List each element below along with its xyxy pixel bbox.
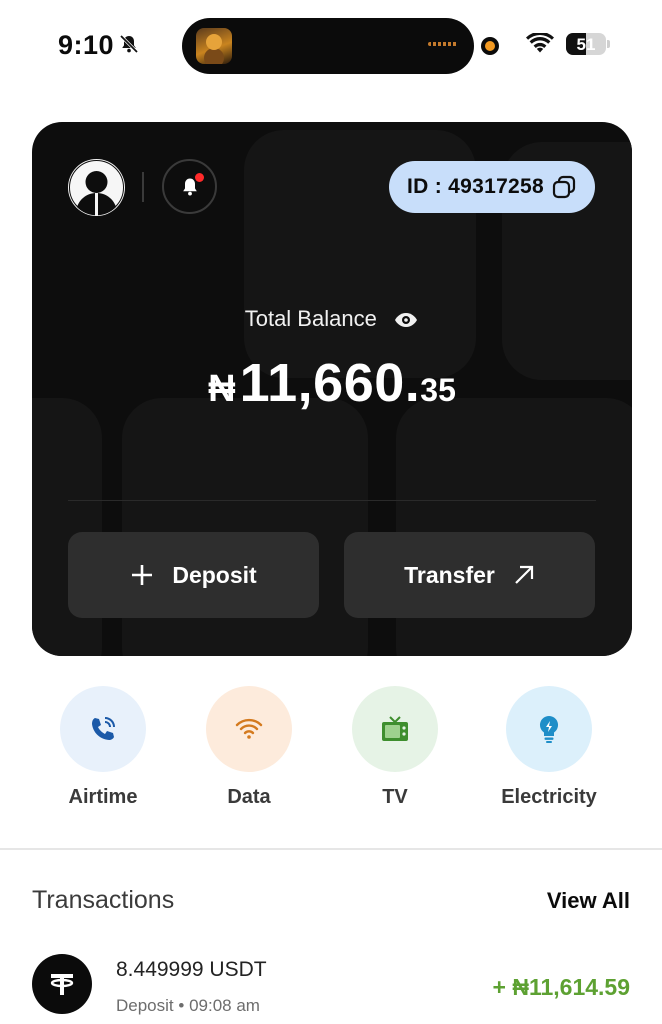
airtime-label: Airtime <box>68 786 138 808</box>
deposit-button[interactable]: Deposit <box>68 532 319 618</box>
balance-whole: 11,660. <box>239 353 421 413</box>
bulb-icon <box>539 715 559 743</box>
service-electricity[interactable]: Electricity <box>474 686 624 816</box>
status-bar: 9:10 51 <box>0 0 662 90</box>
service-data[interactable]: Data <box>174 686 324 816</box>
battery-indicator: 51 <box>566 33 606 55</box>
privacy-indicator-dot <box>481 37 499 55</box>
silent-bell-icon <box>119 34 139 54</box>
account-id: ID : 49317258 <box>407 175 544 198</box>
phone-icon <box>92 717 115 740</box>
account-id-pill[interactable]: ID : 49317258 <box>389 161 595 213</box>
notification-badge <box>195 173 204 182</box>
live-activity-indicator <box>428 42 458 46</box>
tv-icon-circle <box>352 686 438 772</box>
card-divider <box>68 500 596 501</box>
service-tv[interactable]: TV <box>320 686 470 816</box>
arrow-up-right-icon <box>515 565 533 584</box>
electricity-icon-circle <box>506 686 592 772</box>
usdt-logo-icon <box>50 974 74 995</box>
profile-avatar[interactable] <box>68 159 125 216</box>
user-icon <box>69 160 124 216</box>
wifi-icon <box>235 718 263 739</box>
battery-percent: 51 <box>576 35 596 54</box>
transfer-button[interactable]: Transfer <box>344 532 595 618</box>
transactions-title: Transactions <box>32 886 175 914</box>
transaction-time: 09:08 am <box>189 996 260 1015</box>
section-divider <box>0 848 662 850</box>
balance-card: ID : 49317258 Total Balance ₦11,660.35 D… <box>32 122 632 656</box>
tv-label: TV <box>382 786 408 808</box>
transaction-meta: Deposit • 09:08 am <box>116 996 260 1016</box>
transaction-value: + ₦11,614.59 <box>492 974 630 1000</box>
airtime-icon-circle <box>60 686 146 772</box>
wifi-signal-icon <box>526 33 554 53</box>
live-activity-avatar <box>196 28 232 64</box>
eye-icon[interactable] <box>393 310 419 330</box>
electricity-label: Electricity <box>501 786 597 808</box>
status-time: 9:10 <box>58 30 115 60</box>
tether-icon <box>32 954 92 1014</box>
header-divider <box>142 172 144 202</box>
transaction-separator: • <box>178 996 185 1015</box>
view-all-link[interactable]: View All <box>547 888 630 914</box>
transaction-amount: 8.449999 USDT <box>116 958 267 981</box>
data-icon-circle <box>206 686 292 772</box>
plus-icon <box>132 565 153 585</box>
balance-decimals: 35 <box>420 372 456 408</box>
transfer-label: Transfer <box>404 561 495 588</box>
transaction-type: Deposit <box>116 996 174 1015</box>
deposit-label: Deposit <box>172 561 257 588</box>
copy-icon[interactable] <box>551 174 577 200</box>
data-label: Data <box>227 786 271 808</box>
balance-label: Total Balance <box>244 306 377 331</box>
notifications-button[interactable] <box>162 159 217 214</box>
tv-icon <box>382 716 408 741</box>
total-balance: ₦11,660.35 <box>32 352 632 414</box>
balance-label-row: Total Balance <box>32 306 632 336</box>
dynamic-island[interactable] <box>182 18 474 74</box>
balance-currency: ₦ <box>208 368 236 410</box>
battery-nub <box>607 40 610 48</box>
service-airtime[interactable]: Airtime <box>28 686 178 816</box>
